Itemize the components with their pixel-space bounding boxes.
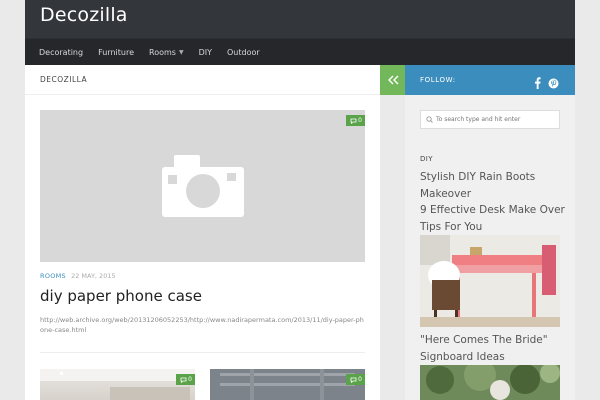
sidebar-post-link[interactable]: Stylish DIY Rain Boots Makeover	[420, 169, 565, 202]
sidebar-post-link[interactable]: 9 Effective Desk Make Over Tips For You	[420, 202, 565, 235]
sidebar-post-link[interactable]: "Here Comes The Bride" Signboard Ideas	[420, 332, 565, 365]
breadcrumb: DECOZILLA	[40, 75, 88, 84]
post-thumbnail[interactable]: 0	[210, 369, 365, 400]
post-category-link[interactable]: ROOMS	[40, 272, 66, 280]
nav-item-decorating[interactable]: Decorating	[39, 48, 83, 57]
post-divider	[40, 352, 365, 353]
post-date: 22 MAY, 2015	[71, 272, 116, 280]
pinterest-icon[interactable]	[548, 74, 559, 93]
comments-icon	[350, 118, 357, 124]
room-photo	[210, 369, 365, 400]
page-wrapper: Decozilla Decorating Furniture Rooms ▼ D…	[25, 0, 575, 400]
comment-count-badge[interactable]: 0	[346, 374, 365, 385]
search-box	[420, 110, 560, 129]
comment-count: 0	[358, 117, 362, 124]
search-input[interactable]	[436, 116, 556, 123]
follow-bar: FOLLOW:	[405, 65, 575, 95]
sidebar: FOLLOW: DIY Stylish DIY Ra	[405, 65, 575, 400]
social-links	[534, 74, 559, 93]
nav-item-rooms-label: Rooms	[149, 47, 176, 57]
main-nav: Decorating Furniture Rooms ▼ DIY Outdoor	[25, 38, 575, 65]
comments-icon	[180, 377, 187, 383]
breadcrumb-bar: DECOZILLA	[25, 65, 380, 95]
comment-count: 0	[188, 376, 192, 383]
nav-item-furniture[interactable]: Furniture	[98, 48, 134, 57]
sidebar-toggle-button[interactable]	[380, 65, 405, 95]
post-meta: ROOMS 22 MAY, 2015	[40, 272, 116, 280]
facebook-icon[interactable]	[534, 74, 541, 93]
search-icon	[426, 116, 433, 123]
sidebar-post-image[interactable]	[420, 365, 560, 400]
desk-photo	[420, 235, 560, 327]
featured-image[interactable]: 0	[40, 110, 365, 262]
comments-icon	[350, 377, 357, 383]
sidebar-post-image[interactable]	[420, 235, 560, 327]
comment-count: 0	[358, 376, 362, 383]
site-header: Decozilla	[25, 0, 575, 38]
room-photo	[40, 369, 195, 400]
main-content: DECOZILLA 0 ROOMS 22 MAY, 2015 diy paper…	[25, 65, 380, 400]
follow-label: FOLLOW:	[420, 76, 456, 84]
site-title[interactable]: Decozilla	[40, 4, 128, 26]
comment-count-badge[interactable]: 0	[346, 115, 365, 126]
widget-title: DIY	[420, 155, 433, 163]
post-thumbnail[interactable]: 0	[40, 369, 195, 400]
garden-photo	[420, 365, 560, 400]
camera-icon	[161, 155, 244, 217]
nav-item-diy[interactable]: DIY	[199, 48, 212, 57]
chevron-down-icon: ▼	[178, 48, 184, 56]
comment-count-badge[interactable]: 0	[176, 374, 195, 385]
nav-item-outdoor[interactable]: Outdoor	[227, 48, 260, 57]
post-excerpt: http://web.archive.org/web/2013120605225…	[40, 316, 364, 335]
post-title[interactable]: diy paper phone case	[40, 287, 202, 305]
nav-item-rooms[interactable]: Rooms ▼	[149, 48, 184, 57]
double-chevron-left-icon	[387, 75, 398, 85]
